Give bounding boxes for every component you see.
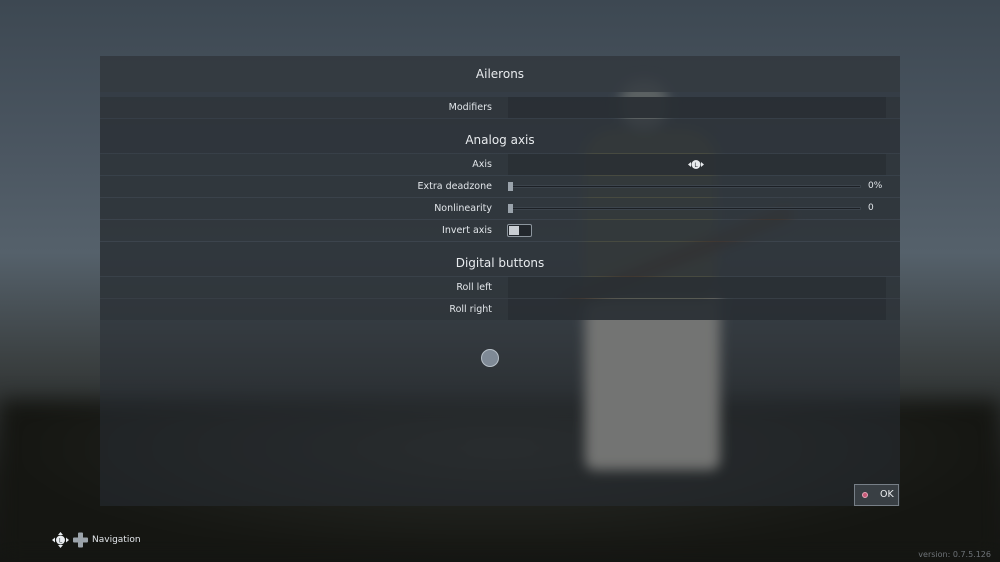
- invert-axis-label: Invert axis: [442, 225, 492, 236]
- dialog-title: Ailerons: [100, 56, 900, 92]
- extra-deadzone-row[interactable]: Extra deadzone 0%: [100, 176, 900, 197]
- digital-buttons-heading: Digital buttons: [100, 242, 900, 276]
- dpad-icon: [73, 532, 88, 548]
- invert-axis-toggle-knob: [509, 226, 519, 235]
- left-stick-horizontal-icon: L: [688, 160, 704, 169]
- invert-axis-toggle[interactable]: [507, 224, 532, 237]
- invert-axis-row[interactable]: Invert axis: [100, 220, 900, 241]
- nonlinearity-slider-thumb[interactable]: [508, 204, 513, 213]
- roll-left-binding-slot[interactable]: [508, 277, 886, 298]
- extra-deadzone-slider[interactable]: [508, 185, 861, 188]
- nonlinearity-value: 0: [868, 203, 874, 213]
- ok-button-label: OK: [880, 489, 894, 500]
- analog-axis-heading: Analog axis: [100, 119, 900, 153]
- version-label: version: 0.7.5.126: [918, 550, 991, 559]
- nonlinearity-slider[interactable]: [508, 207, 861, 210]
- axis-row[interactable]: Axis L: [100, 154, 900, 175]
- navigation-label: Navigation: [92, 535, 141, 545]
- nonlinearity-row[interactable]: Nonlinearity 0: [100, 198, 900, 219]
- roll-left-row[interactable]: Roll left: [100, 277, 900, 298]
- left-stick-icon: L: [52, 532, 69, 548]
- gamepad-b-button-icon: [862, 492, 868, 498]
- roll-right-row[interactable]: Roll right: [100, 299, 900, 320]
- extra-deadzone-slider-thumb[interactable]: [508, 182, 513, 191]
- roll-right-label: Roll right: [449, 304, 492, 315]
- modifiers-label: Modifiers: [448, 102, 492, 113]
- extra-deadzone-label: Extra deadzone: [417, 181, 493, 192]
- cursor-dot: [481, 349, 499, 367]
- nonlinearity-label: Nonlinearity: [434, 203, 492, 214]
- extra-deadzone-value: 0%: [868, 181, 883, 191]
- modifiers-row[interactable]: Modifiers: [100, 97, 900, 118]
- modifiers-binding-slot[interactable]: [508, 97, 886, 118]
- axis-label: Axis: [472, 159, 492, 170]
- roll-right-binding-slot[interactable]: [508, 299, 886, 320]
- ok-button[interactable]: OK: [854, 484, 899, 506]
- control-binding-dialog: Ailerons Modifiers Analog axis Axis L Ex…: [100, 56, 900, 506]
- roll-left-label: Roll left: [456, 282, 492, 293]
